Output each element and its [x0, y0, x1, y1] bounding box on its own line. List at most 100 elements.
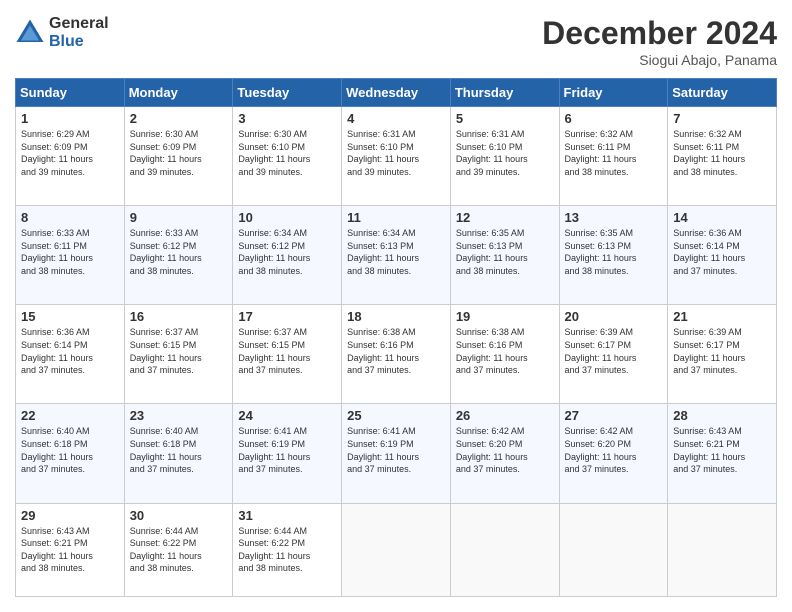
location: Siogui Abajo, Panama: [542, 52, 777, 68]
calendar-cell: 26 Sunrise: 6:42 AMSunset: 6:20 PMDaylig…: [450, 404, 559, 503]
day-info: Sunrise: 6:35 AMSunset: 6:13 PMDaylight:…: [565, 227, 663, 277]
calendar-cell: 10 Sunrise: 6:34 AMSunset: 6:12 PMDaylig…: [233, 206, 342, 305]
calendar-header-row: SundayMondayTuesdayWednesdayThursdayFrid…: [16, 79, 777, 107]
header: General Blue December 2024 Siogui Abajo,…: [15, 15, 777, 68]
calendar-cell: 23 Sunrise: 6:40 AMSunset: 6:18 PMDaylig…: [124, 404, 233, 503]
day-number: 16: [130, 309, 228, 324]
day-info: Sunrise: 6:36 AMSunset: 6:14 PMDaylight:…: [673, 227, 771, 277]
calendar-cell: 22 Sunrise: 6:40 AMSunset: 6:18 PMDaylig…: [16, 404, 125, 503]
day-info: Sunrise: 6:38 AMSunset: 6:16 PMDaylight:…: [456, 326, 554, 376]
day-info: Sunrise: 6:30 AMSunset: 6:09 PMDaylight:…: [130, 128, 228, 178]
calendar-cell: 18 Sunrise: 6:38 AMSunset: 6:16 PMDaylig…: [342, 305, 451, 404]
day-info: Sunrise: 6:37 AMSunset: 6:15 PMDaylight:…: [130, 326, 228, 376]
logo-blue: Blue: [49, 33, 109, 51]
day-info: Sunrise: 6:43 AMSunset: 6:21 PMDaylight:…: [21, 525, 119, 575]
calendar-cell: 31 Sunrise: 6:44 AMSunset: 6:22 PMDaylig…: [233, 503, 342, 596]
calendar-cell: 12 Sunrise: 6:35 AMSunset: 6:13 PMDaylig…: [450, 206, 559, 305]
day-number: 1: [21, 111, 119, 126]
day-number: 8: [21, 210, 119, 225]
calendar-day-header: Monday: [124, 79, 233, 107]
calendar-day-header: Wednesday: [342, 79, 451, 107]
day-info: Sunrise: 6:44 AMSunset: 6:22 PMDaylight:…: [238, 525, 336, 575]
calendar-cell: 13 Sunrise: 6:35 AMSunset: 6:13 PMDaylig…: [559, 206, 668, 305]
calendar-day-header: Tuesday: [233, 79, 342, 107]
month-title: December 2024: [542, 15, 777, 52]
page: General Blue December 2024 Siogui Abajo,…: [0, 0, 792, 612]
day-number: 17: [238, 309, 336, 324]
calendar-cell: 11 Sunrise: 6:34 AMSunset: 6:13 PMDaylig…: [342, 206, 451, 305]
logo-general: General: [49, 15, 109, 33]
calendar-cell: 7 Sunrise: 6:32 AMSunset: 6:11 PMDayligh…: [668, 107, 777, 206]
day-number: 27: [565, 408, 663, 423]
calendar-cell: 9 Sunrise: 6:33 AMSunset: 6:12 PMDayligh…: [124, 206, 233, 305]
calendar-cell: 29 Sunrise: 6:43 AMSunset: 6:21 PMDaylig…: [16, 503, 125, 596]
day-number: 11: [347, 210, 445, 225]
calendar-cell: 8 Sunrise: 6:33 AMSunset: 6:11 PMDayligh…: [16, 206, 125, 305]
logo-icon: [15, 18, 45, 48]
calendar-cell: [559, 503, 668, 596]
day-number: 10: [238, 210, 336, 225]
calendar-cell: 4 Sunrise: 6:31 AMSunset: 6:10 PMDayligh…: [342, 107, 451, 206]
day-info: Sunrise: 6:37 AMSunset: 6:15 PMDaylight:…: [238, 326, 336, 376]
day-info: Sunrise: 6:39 AMSunset: 6:17 PMDaylight:…: [673, 326, 771, 376]
day-number: 6: [565, 111, 663, 126]
day-info: Sunrise: 6:31 AMSunset: 6:10 PMDaylight:…: [347, 128, 445, 178]
calendar-cell: 16 Sunrise: 6:37 AMSunset: 6:15 PMDaylig…: [124, 305, 233, 404]
day-info: Sunrise: 6:42 AMSunset: 6:20 PMDaylight:…: [565, 425, 663, 475]
day-number: 14: [673, 210, 771, 225]
calendar-week-row: 1 Sunrise: 6:29 AMSunset: 6:09 PMDayligh…: [16, 107, 777, 206]
day-number: 26: [456, 408, 554, 423]
calendar-week-row: 22 Sunrise: 6:40 AMSunset: 6:18 PMDaylig…: [16, 404, 777, 503]
day-info: Sunrise: 6:43 AMSunset: 6:21 PMDaylight:…: [673, 425, 771, 475]
calendar-day-header: Sunday: [16, 79, 125, 107]
day-number: 21: [673, 309, 771, 324]
day-info: Sunrise: 6:41 AMSunset: 6:19 PMDaylight:…: [238, 425, 336, 475]
day-number: 13: [565, 210, 663, 225]
calendar-week-row: 8 Sunrise: 6:33 AMSunset: 6:11 PMDayligh…: [16, 206, 777, 305]
calendar-week-row: 29 Sunrise: 6:43 AMSunset: 6:21 PMDaylig…: [16, 503, 777, 596]
day-info: Sunrise: 6:29 AMSunset: 6:09 PMDaylight:…: [21, 128, 119, 178]
day-info: Sunrise: 6:34 AMSunset: 6:13 PMDaylight:…: [347, 227, 445, 277]
day-number: 22: [21, 408, 119, 423]
day-info: Sunrise: 6:40 AMSunset: 6:18 PMDaylight:…: [130, 425, 228, 475]
day-info: Sunrise: 6:39 AMSunset: 6:17 PMDaylight:…: [565, 326, 663, 376]
calendar-day-header: Thursday: [450, 79, 559, 107]
day-number: 5: [456, 111, 554, 126]
day-number: 23: [130, 408, 228, 423]
calendar-day-header: Friday: [559, 79, 668, 107]
title-section: December 2024 Siogui Abajo, Panama: [542, 15, 777, 68]
calendar-cell: 15 Sunrise: 6:36 AMSunset: 6:14 PMDaylig…: [16, 305, 125, 404]
day-info: Sunrise: 6:30 AMSunset: 6:10 PMDaylight:…: [238, 128, 336, 178]
calendar-cell: 2 Sunrise: 6:30 AMSunset: 6:09 PMDayligh…: [124, 107, 233, 206]
day-info: Sunrise: 6:35 AMSunset: 6:13 PMDaylight:…: [456, 227, 554, 277]
day-number: 15: [21, 309, 119, 324]
day-number: 29: [21, 508, 119, 523]
day-info: Sunrise: 6:40 AMSunset: 6:18 PMDaylight:…: [21, 425, 119, 475]
calendar-cell: 17 Sunrise: 6:37 AMSunset: 6:15 PMDaylig…: [233, 305, 342, 404]
calendar-cell: 24 Sunrise: 6:41 AMSunset: 6:19 PMDaylig…: [233, 404, 342, 503]
day-info: Sunrise: 6:41 AMSunset: 6:19 PMDaylight:…: [347, 425, 445, 475]
day-info: Sunrise: 6:38 AMSunset: 6:16 PMDaylight:…: [347, 326, 445, 376]
day-info: Sunrise: 6:31 AMSunset: 6:10 PMDaylight:…: [456, 128, 554, 178]
day-info: Sunrise: 6:33 AMSunset: 6:12 PMDaylight:…: [130, 227, 228, 277]
day-info: Sunrise: 6:32 AMSunset: 6:11 PMDaylight:…: [673, 128, 771, 178]
day-info: Sunrise: 6:36 AMSunset: 6:14 PMDaylight:…: [21, 326, 119, 376]
calendar-cell: 1 Sunrise: 6:29 AMSunset: 6:09 PMDayligh…: [16, 107, 125, 206]
day-number: 25: [347, 408, 445, 423]
day-number: 3: [238, 111, 336, 126]
calendar-cell: 20 Sunrise: 6:39 AMSunset: 6:17 PMDaylig…: [559, 305, 668, 404]
day-number: 9: [130, 210, 228, 225]
calendar-cell: [668, 503, 777, 596]
logo: General Blue: [15, 15, 109, 50]
day-number: 18: [347, 309, 445, 324]
day-info: Sunrise: 6:42 AMSunset: 6:20 PMDaylight:…: [456, 425, 554, 475]
day-info: Sunrise: 6:32 AMSunset: 6:11 PMDaylight:…: [565, 128, 663, 178]
day-number: 31: [238, 508, 336, 523]
day-info: Sunrise: 6:34 AMSunset: 6:12 PMDaylight:…: [238, 227, 336, 277]
calendar-cell: 28 Sunrise: 6:43 AMSunset: 6:21 PMDaylig…: [668, 404, 777, 503]
calendar-cell: [342, 503, 451, 596]
calendar-cell: 5 Sunrise: 6:31 AMSunset: 6:10 PMDayligh…: [450, 107, 559, 206]
day-number: 30: [130, 508, 228, 523]
calendar-day-header: Saturday: [668, 79, 777, 107]
calendar-week-row: 15 Sunrise: 6:36 AMSunset: 6:14 PMDaylig…: [16, 305, 777, 404]
